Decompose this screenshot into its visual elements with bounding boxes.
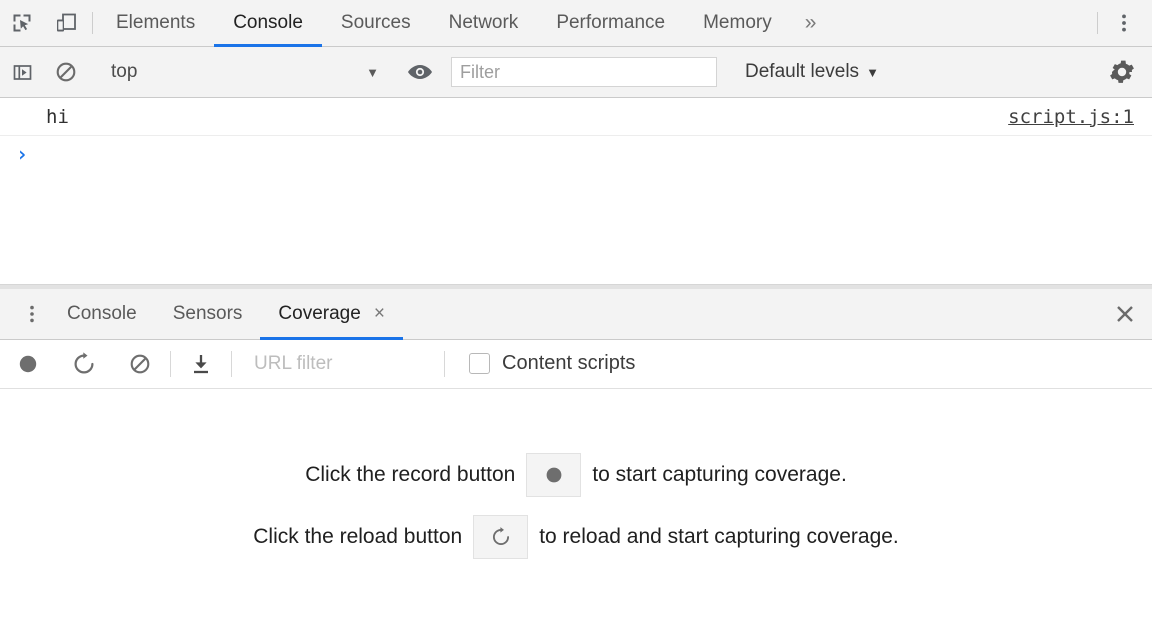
tab-label: Sources bbox=[341, 12, 411, 34]
prompt-caret-icon: › bbox=[16, 142, 28, 166]
drawer-tab-console[interactable]: Console bbox=[49, 289, 155, 339]
drawer-tab-label: Coverage bbox=[278, 303, 360, 325]
coverage-toolbar-divider-2 bbox=[231, 351, 232, 377]
devtools-window: Elements Console Sources Network Perform… bbox=[0, 0, 1152, 638]
main-tab-bar: Elements Console Sources Network Perform… bbox=[0, 0, 1152, 47]
drawer-tab-sensors[interactable]: Sensors bbox=[155, 289, 261, 339]
console-toolbar: top ▼ Default levels ▼ bbox=[0, 47, 1152, 98]
coverage-toolbar-divider bbox=[170, 351, 171, 377]
tabbar-spacer bbox=[830, 0, 1093, 46]
close-drawer-icon[interactable] bbox=[1098, 289, 1152, 339]
console-message-row[interactable]: hi script.js:1 bbox=[0, 98, 1152, 136]
coverage-hint-reload: Click the reload button to reload and st… bbox=[253, 506, 899, 568]
reload-icon[interactable] bbox=[56, 351, 112, 377]
drawer-tab-label: Console bbox=[67, 303, 137, 325]
console-message-list[interactable]: hi script.js:1 › bbox=[0, 98, 1152, 284]
tab-network[interactable]: Network bbox=[430, 0, 538, 46]
toolbar-divider bbox=[92, 12, 93, 34]
more-tabs-chevron-icon[interactable]: » bbox=[791, 0, 831, 46]
coverage-empty-state: Click the record button to start capturi… bbox=[0, 389, 1152, 638]
content-scripts-checkbox[interactable] bbox=[469, 353, 490, 374]
drawer-tab-label: Sensors bbox=[173, 303, 243, 325]
vertical-dots-icon[interactable] bbox=[1102, 0, 1146, 46]
chevron-down-icon: ▼ bbox=[366, 65, 379, 80]
toolbar-divider-right bbox=[1097, 12, 1098, 34]
drawer-tab-bar: Console Sensors Coverage × bbox=[0, 289, 1152, 340]
hint-record-before: Click the record button bbox=[305, 463, 515, 487]
record-icon[interactable] bbox=[0, 352, 56, 376]
close-tab-icon[interactable]: × bbox=[374, 303, 385, 325]
execution-context-select[interactable]: top ▼ bbox=[97, 57, 389, 87]
export-download-icon[interactable] bbox=[173, 352, 229, 376]
more-tabs-label: » bbox=[805, 11, 817, 35]
device-toolbar-icon[interactable] bbox=[44, 0, 88, 46]
record-icon[interactable] bbox=[526, 453, 581, 497]
tab-label: Console bbox=[233, 12, 303, 34]
coverage-hint-record: Click the record button to start capturi… bbox=[305, 444, 847, 506]
console-sidebar-icon[interactable] bbox=[0, 61, 44, 84]
inspect-element-icon[interactable] bbox=[0, 0, 44, 46]
console-message-text: hi bbox=[46, 106, 69, 128]
tab-elements[interactable]: Elements bbox=[97, 0, 214, 46]
vertical-dots-icon[interactable] bbox=[15, 289, 49, 339]
tab-sources[interactable]: Sources bbox=[322, 0, 430, 46]
hint-reload-before: Click the reload button bbox=[253, 525, 462, 549]
drawer-tab-coverage[interactable]: Coverage × bbox=[260, 289, 403, 339]
tab-memory[interactable]: Memory bbox=[684, 0, 791, 46]
reload-icon[interactable] bbox=[473, 515, 528, 559]
execution-context-value: top bbox=[111, 61, 137, 83]
content-scripts-label: Content scripts bbox=[502, 352, 635, 375]
tab-label: Elements bbox=[116, 12, 195, 34]
coverage-toolbar-divider-3 bbox=[444, 351, 445, 377]
tab-label: Network bbox=[449, 12, 519, 34]
log-levels-label: Default levels bbox=[745, 61, 859, 83]
chevron-down-icon: ▼ bbox=[866, 65, 879, 80]
clear-icon[interactable] bbox=[112, 352, 168, 376]
live-expression-eye-icon[interactable] bbox=[398, 62, 442, 82]
panel-tabs: Elements Console Sources Network Perform… bbox=[97, 0, 830, 46]
tab-label: Memory bbox=[703, 12, 772, 34]
coverage-toolbar: Content scripts bbox=[0, 340, 1152, 389]
hint-reload-after: to reload and start capturing coverage. bbox=[539, 525, 899, 549]
log-levels-select[interactable]: Default levels ▼ bbox=[731, 61, 893, 83]
console-message-source-link[interactable]: script.js:1 bbox=[1008, 106, 1134, 128]
console-filter-input[interactable] bbox=[451, 57, 717, 87]
content-scripts-checkbox-row[interactable]: Content scripts bbox=[469, 352, 635, 375]
gear-icon[interactable] bbox=[1100, 59, 1144, 85]
drawer-tabbar-spacer bbox=[403, 289, 1098, 339]
clear-console-icon[interactable] bbox=[44, 60, 88, 84]
tab-label: Performance bbox=[556, 12, 665, 34]
tab-console[interactable]: Console bbox=[214, 0, 322, 46]
hint-record-after: to start capturing coverage. bbox=[592, 463, 846, 487]
url-filter-input[interactable] bbox=[242, 350, 442, 378]
tab-performance[interactable]: Performance bbox=[537, 0, 684, 46]
console-prompt[interactable]: › bbox=[0, 136, 1152, 172]
